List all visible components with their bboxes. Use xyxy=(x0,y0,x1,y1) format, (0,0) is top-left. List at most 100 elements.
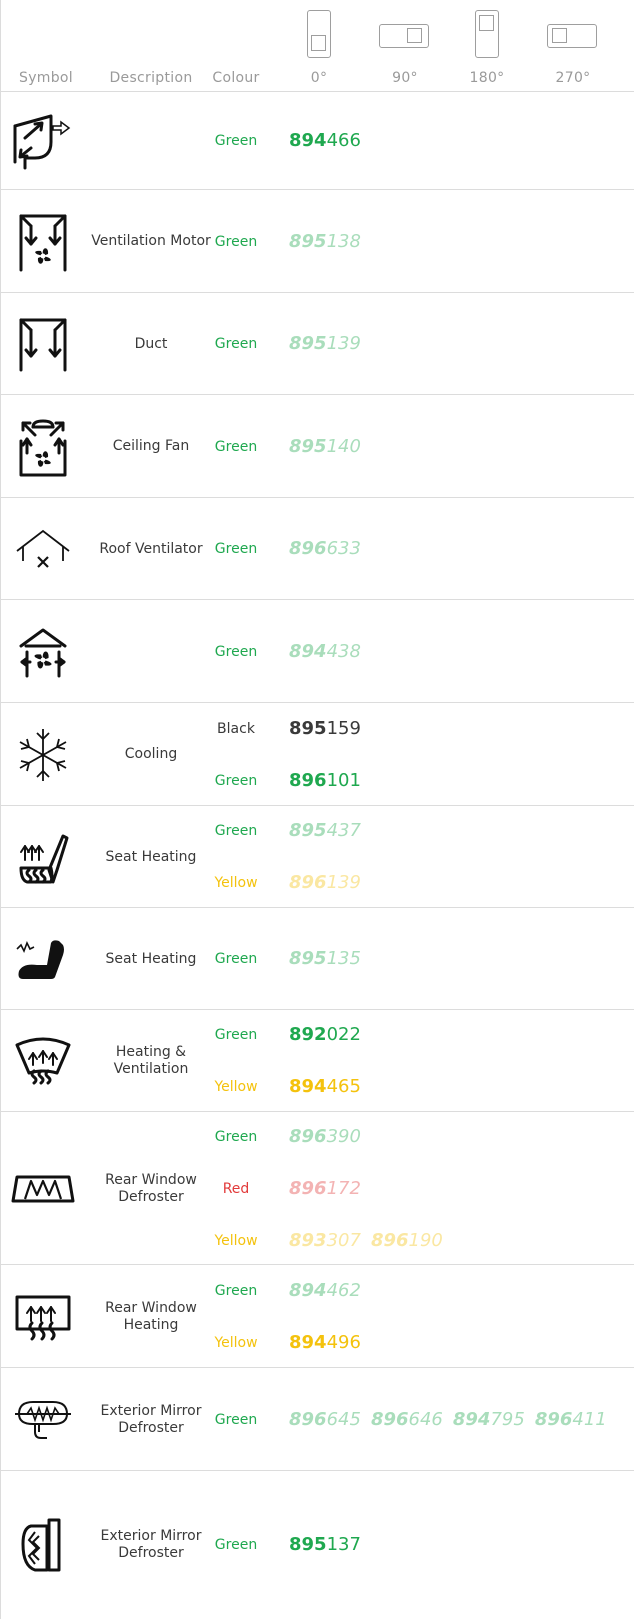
article-codes: 894466 xyxy=(289,115,371,167)
article-number[interactable]: 894462 xyxy=(289,1265,361,1317)
orientation-180-icon xyxy=(475,10,499,58)
article-codes: 894496 xyxy=(289,1317,371,1369)
colour-line: Green 894438 xyxy=(1,626,634,678)
article-number[interactable]: 896390 xyxy=(289,1111,361,1163)
article-number[interactable]: 894496 xyxy=(289,1317,361,1369)
article-codes: 896101 xyxy=(289,755,371,807)
colour-label: Green xyxy=(214,439,258,455)
article-codes: 895138 xyxy=(289,216,371,268)
colour-line: Green 892022 xyxy=(1,1009,634,1061)
colour-line: Black 895159 xyxy=(1,703,634,755)
article-codes: 895140 xyxy=(289,421,371,473)
orientation-90-icon xyxy=(379,24,429,48)
colour-line: Yellow 893307 896190 xyxy=(1,1215,634,1267)
colour-line: Green 896390 xyxy=(1,1111,634,1163)
colour-line: Green 894466 xyxy=(1,115,634,167)
table-row: Exterior Mirror Defroster Green 896645 8966… xyxy=(1,1367,634,1470)
article-number[interactable]: 895140 xyxy=(289,421,361,473)
colour-line: Green 895140 xyxy=(1,421,634,473)
article-number[interactable]: 895138 xyxy=(289,216,361,268)
header-orientation-0: 0° xyxy=(289,0,349,94)
article-number[interactable]: 893307 xyxy=(289,1215,361,1267)
colour-line: Green 895437 xyxy=(1,805,634,857)
article-number[interactable]: 896101 xyxy=(289,755,361,807)
orientation-180-label: 180° xyxy=(469,70,505,86)
article-number[interactable]: 896633 xyxy=(289,523,361,575)
header-orientation-270: 270° xyxy=(541,0,605,94)
colour-label: Black xyxy=(217,721,255,737)
article-codes: 894438 xyxy=(289,626,371,678)
colour-label: Yellow xyxy=(214,1233,258,1249)
article-number[interactable]: 896646 xyxy=(371,1394,443,1446)
colour-label: Yellow xyxy=(214,1335,258,1351)
colour-line: Yellow 894465 xyxy=(1,1061,634,1113)
colour-line: Red 896172 xyxy=(1,1163,634,1215)
colour-label: Green xyxy=(214,1283,258,1299)
article-number[interactable]: 896411 xyxy=(535,1394,607,1446)
orientation-0-icon xyxy=(307,10,331,58)
colour-label: Green xyxy=(214,541,258,557)
orientation-270-icon xyxy=(547,24,597,48)
table-row: Heating & Ventilation Green 892022 Yellow 89… xyxy=(1,1009,634,1111)
header-description-cell: Description xyxy=(91,0,211,94)
article-codes: 896172 xyxy=(289,1163,371,1215)
colour-label: Green xyxy=(214,234,258,250)
article-codes: 895135 xyxy=(289,933,371,985)
colour-line: Green 896101 xyxy=(1,755,634,807)
table-row: Ceiling Fan Green 895140 xyxy=(1,394,634,497)
table-header: Symbol Description Colour 0° 90° 180° 27… xyxy=(1,0,634,94)
header-description: Description xyxy=(109,70,193,86)
article-number[interactable]: 895135 xyxy=(289,933,361,985)
article-codes: 895139 xyxy=(289,318,371,370)
article-number[interactable]: 894795 xyxy=(453,1394,525,1446)
article-number[interactable]: 895437 xyxy=(289,805,361,857)
colour-line: Green 894462 xyxy=(1,1265,634,1317)
article-codes: 892022 xyxy=(289,1009,371,1061)
article-codes: 895137 xyxy=(289,1519,371,1571)
orientation-270-label: 270° xyxy=(555,70,591,86)
header-symbol-cell: Symbol xyxy=(1,0,91,94)
table-row: Green 894438 xyxy=(1,599,634,702)
article-codes: 895159 xyxy=(289,703,371,755)
colour-label: Yellow xyxy=(214,1079,258,1095)
article-codes: 893307 896190 xyxy=(289,1215,453,1267)
table-row: Roof Ventilator Green 896633 xyxy=(1,497,634,599)
article-codes: 896139 xyxy=(289,857,371,909)
colour-label: Green xyxy=(214,336,258,352)
colour-line: Green 895137 xyxy=(1,1519,634,1571)
article-number[interactable]: 896172 xyxy=(289,1163,361,1215)
article-number[interactable]: 896139 xyxy=(289,857,361,909)
table-row: Green 894466 xyxy=(1,91,634,189)
article-codes: 894462 xyxy=(289,1265,371,1317)
table-row: Exterior Mirror Defroster Green 895137 xyxy=(1,1470,634,1618)
article-number[interactable]: 896190 xyxy=(371,1215,443,1267)
colour-label: Green xyxy=(214,1412,258,1428)
table-row: Seat Heating Green 895135 xyxy=(1,907,634,1009)
article-codes: 896633 xyxy=(289,523,371,575)
article-number[interactable]: 896645 xyxy=(289,1394,361,1446)
article-number[interactable]: 894466 xyxy=(289,115,361,167)
table-row: Cooling Black 895159 Green 896101 xyxy=(1,702,634,805)
article-codes: 895437 xyxy=(289,805,371,857)
article-number[interactable]: 894465 xyxy=(289,1061,361,1113)
colour-label: Yellow xyxy=(214,875,258,891)
colour-label: Green xyxy=(214,133,258,149)
table-row: Ventilation Motor Green 895138 xyxy=(1,189,634,292)
article-codes: 896645 896646 894795 896411 xyxy=(289,1394,617,1446)
article-number[interactable]: 895137 xyxy=(289,1519,361,1571)
header-symbol: Symbol xyxy=(19,70,73,86)
article-number[interactable]: 895139 xyxy=(289,318,361,370)
colour-label: Red xyxy=(222,1181,250,1197)
table-row: Seat Heating Green 895437 Yellow 896139 xyxy=(1,805,634,907)
colour-label: Green xyxy=(214,1129,258,1145)
table-row: Rear Window Heating Green 894462 Yellow 8944… xyxy=(1,1264,634,1367)
article-number[interactable]: 895159 xyxy=(289,703,361,755)
table-row: Duct Green 895139 xyxy=(1,292,634,394)
article-number[interactable]: 892022 xyxy=(289,1009,361,1061)
colour-label: Green xyxy=(214,823,258,839)
article-codes: 894465 xyxy=(289,1061,371,1113)
article-number[interactable]: 894438 xyxy=(289,626,361,678)
colour-line: Green 895138 xyxy=(1,216,634,268)
colour-line: Green 896633 xyxy=(1,523,634,575)
table-row: Rear Window Defroster Green 896390 Red 89617… xyxy=(1,1111,634,1264)
